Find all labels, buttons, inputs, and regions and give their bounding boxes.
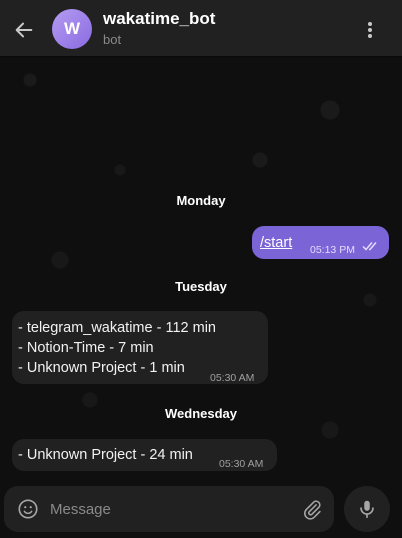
message-line: - Unknown Project - 1 min bbox=[18, 360, 185, 376]
message-incoming[interactable]: - telegram_wakatime - 112 min - Notion-T… bbox=[12, 311, 268, 384]
avatar[interactable]: W bbox=[52, 9, 92, 49]
paperclip-icon bbox=[304, 500, 321, 520]
message-outgoing[interactable]: /start 05:13 PM bbox=[252, 226, 389, 259]
date-separator: Monday bbox=[176, 193, 226, 208]
date-separator: Wednesday bbox=[164, 406, 237, 421]
emoji-button[interactable] bbox=[16, 497, 40, 521]
more-menu-button[interactable] bbox=[358, 16, 382, 44]
message-time: 05:30 AM bbox=[210, 372, 255, 384]
date-separator: Tuesday bbox=[175, 279, 227, 294]
more-vertical-icon bbox=[368, 22, 372, 38]
message-input[interactable] bbox=[50, 498, 290, 520]
message-line: - telegram_wakatime - 112 min bbox=[18, 320, 216, 336]
message-time: 05:30 AM bbox=[219, 458, 264, 470]
chat-subtitle: bot bbox=[103, 32, 122, 47]
chat-header: W wakatime_bot bot bbox=[0, 0, 402, 57]
message-composer bbox=[4, 486, 334, 532]
back-button[interactable] bbox=[8, 14, 40, 46]
message-incoming[interactable]: - Unknown Project - 24 min 05:30 AM bbox=[12, 439, 277, 471]
message-line: - Notion-Time - 7 min bbox=[18, 340, 154, 356]
microphone-icon bbox=[360, 500, 374, 519]
arrow-left-icon bbox=[15, 22, 33, 38]
bot-command-link[interactable]: /start bbox=[260, 233, 292, 253]
double-check-icon bbox=[362, 242, 377, 251]
message-time: 05:13 PM bbox=[310, 244, 355, 256]
smile-icon bbox=[18, 499, 38, 519]
voice-message-button[interactable] bbox=[344, 486, 390, 532]
chat-title[interactable]: wakatime_bot bbox=[103, 9, 215, 29]
message-line: - Unknown Project - 24 min bbox=[18, 447, 193, 463]
attach-button[interactable] bbox=[300, 497, 324, 521]
